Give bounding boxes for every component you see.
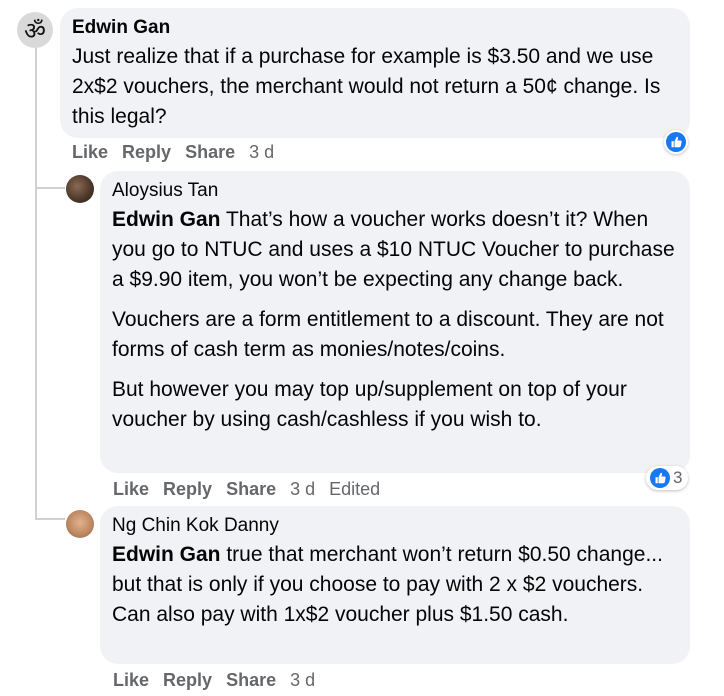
like-button[interactable]: Like bbox=[72, 142, 108, 163]
reaction-badge[interactable]: 3 bbox=[646, 466, 689, 490]
reaction-badge[interactable] bbox=[664, 130, 688, 154]
edited-label: Edited bbox=[329, 479, 381, 499]
like-button[interactable]: Like bbox=[113, 479, 149, 500]
comment-paragraph: Just realize that if a purchase for exam… bbox=[72, 45, 661, 128]
om-symbol-icon: ॐ bbox=[24, 16, 46, 45]
comment-paragraph: Vouchers are a form entitlement to a dis… bbox=[112, 308, 664, 361]
comment-text: Edwin Gan true that merchant won’t retur… bbox=[112, 540, 678, 630]
timestamp[interactable]: 3 d bbox=[249, 142, 274, 163]
thumbs-up-icon bbox=[666, 132, 686, 152]
thread-line-main bbox=[35, 48, 37, 518]
mention-link[interactable]: Edwin Gan bbox=[112, 543, 221, 566]
mention-link[interactable]: Edwin Gan bbox=[112, 208, 221, 231]
comment-author[interactable]: Ng Chin Kok Danny bbox=[112, 514, 678, 538]
comment-text: Edwin Gan That’s how a voucher works doe… bbox=[112, 205, 678, 435]
thread-line-branch-1 bbox=[35, 187, 65, 189]
share-button[interactable]: Share bbox=[226, 670, 276, 691]
reply-button[interactable]: Reply bbox=[122, 142, 171, 163]
comment-actions: Like Reply Share 3 d Edited bbox=[113, 479, 380, 500]
comment-author[interactable]: Aloysius Tan bbox=[112, 179, 678, 203]
comment-author[interactable]: Edwin Gan bbox=[72, 16, 678, 40]
comment-text: Just realize that if a purchase for exam… bbox=[72, 42, 678, 132]
share-button[interactable]: Share bbox=[226, 479, 276, 500]
comment-actions: Like Reply Share 3 d bbox=[113, 670, 315, 691]
reply-button[interactable]: Reply bbox=[163, 670, 212, 691]
comment-bubble: Edwin Gan Just realize that if a purchas… bbox=[60, 8, 690, 138]
comment-actions: Like Reply Share 3 d bbox=[72, 142, 274, 163]
comment-bubble: Ng Chin Kok Danny Edwin Gan true that me… bbox=[100, 506, 690, 664]
avatar[interactable] bbox=[66, 510, 94, 538]
avatar[interactable]: ॐ bbox=[17, 12, 53, 48]
timestamp[interactable]: 3 d bbox=[290, 670, 315, 691]
share-button[interactable]: Share bbox=[185, 142, 235, 163]
avatar[interactable] bbox=[66, 175, 94, 203]
thread-line-branch-2 bbox=[35, 518, 65, 520]
thumbs-up-icon bbox=[650, 468, 670, 488]
comment-paragraph: But however you may top up/supplement on… bbox=[112, 378, 627, 431]
reaction-count: 3 bbox=[673, 468, 683, 487]
comment-bubble: Aloysius Tan Edwin Gan That’s how a vouc… bbox=[100, 171, 690, 473]
like-button[interactable]: Like bbox=[113, 670, 149, 691]
reply-button[interactable]: Reply bbox=[163, 479, 212, 500]
timestamp[interactable]: 3 d bbox=[290, 479, 315, 500]
